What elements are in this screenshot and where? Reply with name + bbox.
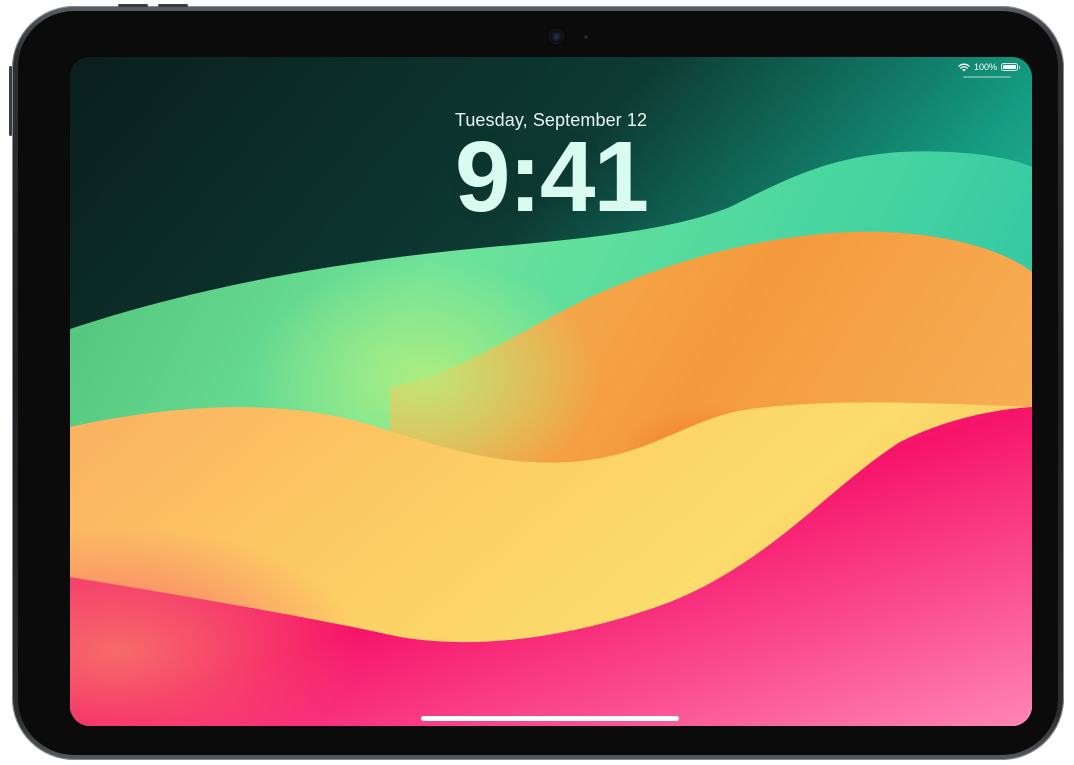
- battery-fill: [1003, 65, 1016, 69]
- lock-screen[interactable]: 100% Tuesday, September 12 9:41: [70, 57, 1032, 726]
- ipad-device: 100% Tuesday, September 12 9:41: [9, 4, 1064, 760]
- home-indicator[interactable]: [421, 716, 679, 721]
- ambient-light-sensor: [584, 35, 588, 39]
- top-button[interactable]: [118, 4, 148, 7]
- volume-up-button[interactable]: [158, 4, 188, 7]
- side-button-left[interactable]: [9, 66, 12, 136]
- status-handle[interactable]: [963, 76, 1011, 78]
- lock-screen-time[interactable]: 9:41: [70, 127, 1032, 227]
- status-bar: 100%: [958, 62, 1020, 72]
- wifi-icon: [958, 63, 970, 71]
- battery-icon: [1001, 63, 1020, 71]
- front-camera-icon: [550, 30, 563, 43]
- battery-percentage: 100%: [973, 62, 997, 72]
